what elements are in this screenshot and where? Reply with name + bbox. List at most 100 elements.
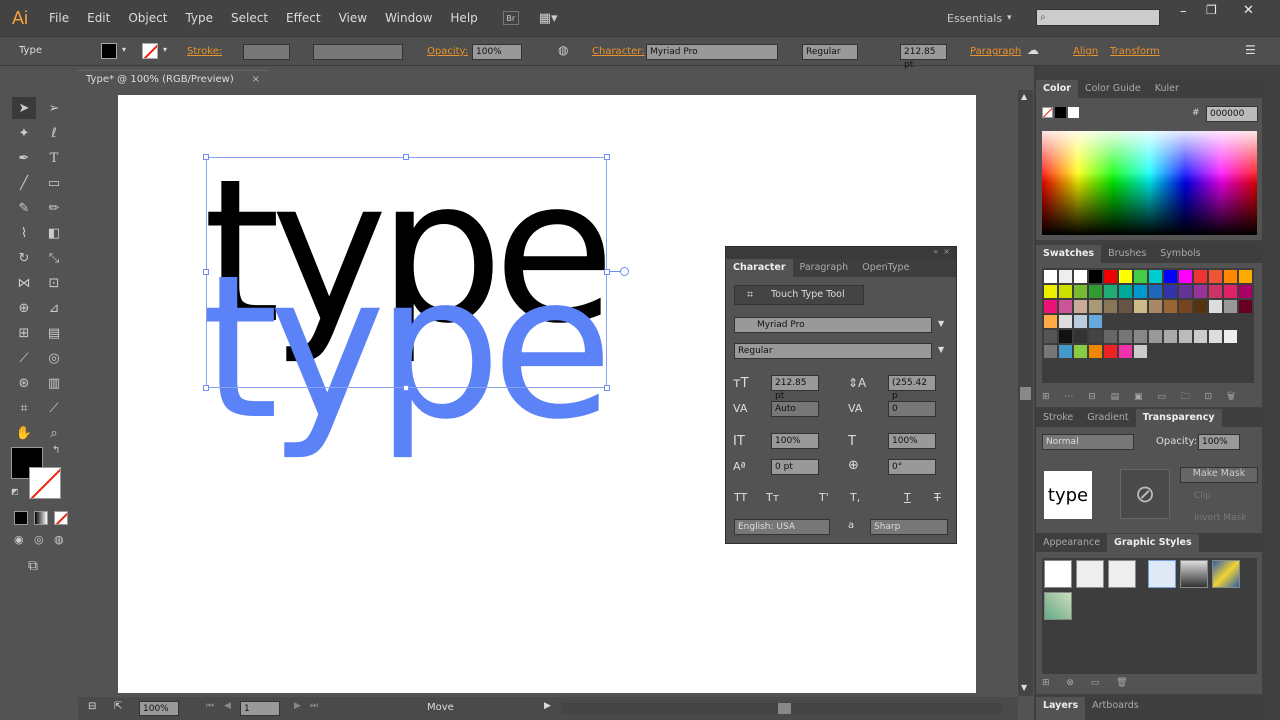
export-icon[interactable]: ⇱ <box>114 701 122 712</box>
color-swatch[interactable] <box>1194 300 1207 313</box>
color-swatch[interactable] <box>1104 330 1117 343</box>
search-input[interactable]: ⌕ <box>1036 9 1160 26</box>
menu-window[interactable]: Window <box>376 11 441 25</box>
color-swatch[interactable] <box>1209 285 1222 298</box>
tab-artboards[interactable]: Artboards <box>1085 697 1146 720</box>
superscript-icon[interactable]: T' <box>819 491 829 504</box>
color-swatch[interactable] <box>1149 300 1162 313</box>
mesh-tool-icon[interactable]: ⊞ <box>12 322 36 344</box>
color-swatch[interactable] <box>1119 270 1132 283</box>
paintbrush-icon[interactable]: ✎ <box>12 197 36 219</box>
color-swatch[interactable] <box>1164 300 1177 313</box>
font-size-field[interactable]: 212.85 pt <box>771 375 819 401</box>
color-swatch[interactable] <box>1209 270 1222 283</box>
panel-titlebar[interactable]: « × <box>726 247 956 259</box>
recolor-icon[interactable]: ◍ <box>558 43 568 57</box>
menu-file[interactable]: File <box>40 11 78 25</box>
color-swatch[interactable] <box>1119 285 1132 298</box>
artboard-number-field[interactable]: 1 <box>240 701 280 716</box>
color-swatch[interactable] <box>1149 270 1162 283</box>
color-swatch[interactable] <box>1089 285 1102 298</box>
tab-kuler[interactable]: Kuler <box>1148 80 1186 98</box>
language-dropdown[interactable]: English: USA <box>734 519 830 535</box>
black-swatch[interactable] <box>1055 107 1066 118</box>
color-spectrum[interactable] <box>1042 131 1257 235</box>
color-swatch[interactable] <box>1074 270 1087 283</box>
color-swatch[interactable] <box>1179 330 1192 343</box>
chevron-down-icon[interactable]: ▾ <box>122 45 126 54</box>
direct-selection-tool-icon[interactable]: ➢ <box>42 97 66 119</box>
last-artboard-icon[interactable]: ⏭ <box>310 701 318 711</box>
rectangle-tool-icon[interactable]: ▭ <box>42 172 66 194</box>
opacity-field[interactable]: 100% <box>472 44 522 60</box>
menu-edit[interactable]: Edit <box>78 11 119 25</box>
character-rotation-field[interactable]: 0° <box>888 459 936 475</box>
zoom-field[interactable]: 100% <box>139 701 179 716</box>
font-family-field[interactable]: Myriad Pro <box>646 44 778 60</box>
draw-inside-icon[interactable]: ◍ <box>54 533 64 546</box>
opacity-field[interactable]: 100% <box>1198 434 1240 450</box>
scroll-thumb[interactable] <box>778 703 791 714</box>
subscript-icon[interactable]: T, <box>850 491 860 504</box>
color-swatch[interactable] <box>1089 345 1102 358</box>
stroke-label[interactable]: Stroke: <box>187 46 222 57</box>
workspace-switcher[interactable]: Essentials <box>947 12 1002 25</box>
bridge-icon[interactable]: Br <box>502 11 519 25</box>
shape-builder-icon[interactable]: ⊕ <box>12 297 36 319</box>
no-mask-icon[interactable]: ⊘ <box>1120 469 1170 519</box>
hex-field[interactable]: 000000 <box>1206 106 1258 122</box>
graphic-style-swatch[interactable] <box>1108 560 1136 588</box>
color-swatch[interactable] <box>1164 330 1177 343</box>
color-swatch[interactable] <box>1194 285 1207 298</box>
draw-normal-icon[interactable]: ◉ <box>14 533 24 546</box>
menu-object[interactable]: Object <box>119 11 176 25</box>
vertical-scale-field[interactable]: 100% <box>771 433 819 449</box>
type-tool-icon[interactable]: T <box>42 147 66 169</box>
maximize-icon[interactable]: ❐ <box>1206 3 1217 17</box>
eraser-icon[interactable]: ◧ <box>42 222 66 244</box>
color-swatch[interactable] <box>1239 270 1252 283</box>
tab-layers[interactable]: Layers <box>1036 697 1086 720</box>
menu-view[interactable]: View <box>330 11 376 25</box>
prev-artboard-icon[interactable]: ◀ <box>224 701 231 711</box>
graphic-style-swatch[interactable] <box>1148 560 1176 588</box>
fill-swatch[interactable] <box>101 43 117 59</box>
tab-symbols[interactable]: Symbols <box>1153 245 1207 263</box>
color-swatch[interactable] <box>1104 300 1117 313</box>
blend-mode-dropdown[interactable]: Normal <box>1042 434 1134 450</box>
tab-appearance[interactable]: Appearance <box>1036 534 1107 552</box>
color-swatch[interactable] <box>1044 300 1057 313</box>
color-swatch[interactable] <box>1134 270 1147 283</box>
close-icon[interactable]: ✕ <box>1243 3 1254 18</box>
perspective-grid-icon[interactable]: ⊿ <box>42 297 66 319</box>
color-swatch[interactable] <box>1209 300 1222 313</box>
eyedropper-icon[interactable]: ⟋ <box>12 347 36 369</box>
selection-tool-icon[interactable]: ➤ <box>12 97 36 119</box>
color-swatch[interactable] <box>1074 315 1087 328</box>
tab-color-guide[interactable]: Color Guide <box>1078 80 1148 98</box>
draw-behind-icon[interactable]: ◎ <box>34 533 44 546</box>
chevron-down-icon[interactable]: ▼ <box>938 345 944 354</box>
font-style-field[interactable]: Regular <box>802 44 858 60</box>
variable-width-profile[interactable] <box>313 44 403 60</box>
zoom-tool-icon[interactable]: ⌕ <box>42 422 66 444</box>
tab-opentype[interactable]: OpenType <box>855 259 916 277</box>
horizontal-scale-field[interactable]: 100% <box>888 433 936 449</box>
menu-help[interactable]: Help <box>441 11 486 25</box>
tab-transparency[interactable]: Transparency <box>1135 409 1222 427</box>
none-mode-icon[interactable] <box>54 511 68 525</box>
minimize-icon[interactable]: – <box>1180 4 1187 19</box>
color-mode-icon[interactable] <box>14 511 28 525</box>
color-swatch[interactable] <box>1104 285 1117 298</box>
underline-icon[interactable]: T <box>904 491 911 504</box>
tab-color[interactable]: Color <box>1036 80 1078 98</box>
color-swatch[interactable] <box>1224 330 1237 343</box>
screen-mode-icon[interactable]: ⧉ <box>28 558 38 574</box>
text-out-port[interactable] <box>620 267 629 276</box>
document-tab[interactable]: Type* @ 100% (RGB/Preview) × <box>78 70 268 90</box>
column-graph-icon[interactable]: ▥ <box>42 372 66 394</box>
font-family-dropdown[interactable]: Myriad Pro <box>734 317 932 333</box>
stroke-none-swatch[interactable] <box>142 43 158 59</box>
chevron-down-icon[interactable]: ▼ <box>938 319 944 328</box>
stroke-weight-field[interactable] <box>243 44 290 60</box>
